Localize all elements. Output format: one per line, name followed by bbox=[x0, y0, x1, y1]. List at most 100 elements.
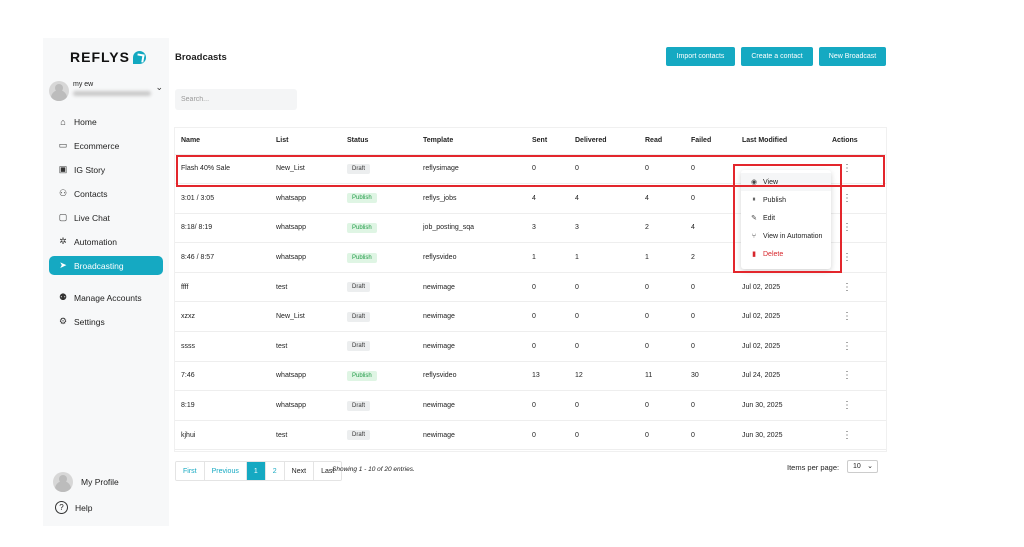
sidebar-item-label: Ecommerce bbox=[74, 140, 120, 151]
more-actions-icon[interactable]: ⋮ bbox=[832, 163, 852, 174]
table-row[interactable]: xzxz New_List Draft newimage 0 0 0 0 Jul 02, 202… bbox=[175, 301, 886, 333]
cell-template: newimage bbox=[417, 301, 526, 333]
account-switcher[interactable]: my ew ⌄ bbox=[47, 79, 167, 105]
cell-failed: 0 bbox=[685, 390, 736, 421]
cell-actions: ⋮ bbox=[826, 242, 886, 273]
cell-read: 0 bbox=[639, 154, 685, 185]
pagination-page-1[interactable]: 1 bbox=[246, 462, 266, 480]
table-row[interactable]: ssss test Draft newimage 0 0 0 0 Jul 02, 2025 ⋮ bbox=[175, 331, 886, 362]
cell-sent: 4 bbox=[526, 183, 569, 214]
cell-modified: Jul 02, 2025 bbox=[736, 331, 826, 362]
cell-delivered: 0 bbox=[569, 301, 639, 333]
flow-icon: ⑂ bbox=[751, 232, 757, 240]
cell-failed: 4 bbox=[685, 213, 736, 244]
table-row[interactable]: kjhui test Draft newimage 0 0 0 0 Jun 30, 2025 ⋮ bbox=[175, 420, 886, 451]
sidebar-item-my-profile[interactable]: My Profile bbox=[53, 472, 119, 492]
table-row[interactable]: ffff test Draft newimage 0 0 0 0 Jul 02, 2025 ⋮ bbox=[175, 272, 886, 303]
menu-item-view[interactable]: ◉ View bbox=[741, 173, 831, 191]
sidebar-item-settings[interactable]: ⚙ Settings bbox=[49, 312, 163, 331]
eye-icon: ◉ bbox=[750, 179, 758, 186]
cell-modified: Jun 30, 2025 bbox=[736, 420, 826, 451]
column-header-template: Template bbox=[417, 128, 526, 155]
cell-actions: ⋮ bbox=[826, 183, 886, 214]
menu-item-view-in-automation[interactable]: ⑂ View in Automation bbox=[741, 227, 831, 245]
items-per-page-select[interactable]: 10 ⌄ bbox=[847, 460, 878, 473]
pagination-previous[interactable]: Previous bbox=[204, 462, 247, 480]
cell-delivered: 0 bbox=[569, 331, 639, 362]
sidebar-item-label: Automation bbox=[74, 236, 117, 247]
sidebar-item-broadcasting[interactable]: ➤ Broadcasting bbox=[49, 256, 163, 275]
status-badge: Draft bbox=[347, 430, 371, 441]
cell-delivered: 4 bbox=[569, 183, 639, 214]
cell-modified: Jul 24, 2025 bbox=[736, 361, 826, 392]
cell-delivered: 0 bbox=[569, 154, 639, 185]
more-actions-icon[interactable]: ⋮ bbox=[832, 341, 852, 352]
menu-item-publish[interactable]: ⏸ Publish bbox=[741, 191, 831, 209]
sidebar-item-ecommerce[interactable]: ▭ Ecommerce bbox=[49, 136, 163, 155]
search-input[interactable] bbox=[175, 89, 297, 110]
cell-list: whatsapp bbox=[270, 361, 341, 392]
cell-list: whatsapp bbox=[270, 213, 341, 244]
chevron-down-icon[interactable]: ⌄ bbox=[155, 82, 163, 93]
avatar bbox=[53, 472, 73, 492]
cell-delivered: 1 bbox=[569, 242, 639, 273]
more-actions-icon[interactable]: ⋮ bbox=[832, 282, 852, 293]
sidebar-item-help[interactable]: ? Help bbox=[55, 501, 92, 514]
more-actions-icon[interactable]: ⋮ bbox=[832, 222, 852, 233]
image-icon: ▣ bbox=[58, 164, 68, 174]
sidebar-item-live-chat[interactable]: ▢ Live Chat bbox=[49, 208, 163, 227]
cell-actions: ⋮ bbox=[826, 301, 886, 333]
help-label: Help bbox=[75, 502, 93, 513]
cell-failed: 0 bbox=[685, 183, 736, 214]
more-actions-icon[interactable]: ⋮ bbox=[832, 311, 852, 322]
cell-delivered: 12 bbox=[569, 361, 639, 392]
pagination-page-2[interactable]: 2 bbox=[265, 462, 285, 480]
pause-icon: ⏸ bbox=[752, 196, 756, 203]
cell-sent: 0 bbox=[526, 390, 569, 421]
menu-item-delete[interactable]: ▮ Delete bbox=[741, 245, 831, 263]
column-header-failed: Failed bbox=[685, 128, 736, 155]
sidebar-item-contacts[interactable]: ⚇ Contacts bbox=[49, 184, 163, 203]
cell-delivered: 0 bbox=[569, 272, 639, 303]
trash-icon: ▮ bbox=[752, 251, 756, 258]
cell-failed: 30 bbox=[685, 361, 736, 392]
cell-name: 3:01 / 3:05 bbox=[175, 183, 270, 214]
sidebar-nav: ⌂ Home ▭ Ecommerce ▣ IG Story ⚇ Contacts ▢ Li… bbox=[49, 112, 163, 280]
brand-logo[interactable]: REFLYS bbox=[70, 49, 146, 65]
pagination-next[interactable]: Next bbox=[284, 462, 315, 480]
more-actions-icon[interactable]: ⋮ bbox=[832, 430, 852, 441]
column-header-name: Name bbox=[175, 128, 270, 155]
sidebar-item-ig-story[interactable]: ▣ IG Story bbox=[49, 160, 163, 179]
cell-name: xzxz bbox=[175, 301, 270, 333]
more-actions-icon[interactable]: ⋮ bbox=[832, 400, 852, 411]
chevron-down-icon: ⌄ bbox=[867, 463, 873, 470]
table-row[interactable]: 8:19 whatsapp Draft newimage 0 0 0 0 Jun 30, 202… bbox=[175, 390, 886, 421]
sidebar-item-manage-accounts[interactable]: ⚉ Manage Accounts bbox=[49, 288, 163, 307]
cell-template: newimage bbox=[417, 272, 526, 303]
sidebar-item-home[interactable]: ⌂ Home bbox=[49, 112, 163, 131]
more-actions-icon[interactable]: ⋮ bbox=[832, 370, 852, 381]
import-contacts-button[interactable]: Import contacts bbox=[666, 47, 735, 66]
cell-sent: 0 bbox=[526, 272, 569, 303]
cell-modified: Jul 02, 2025 bbox=[736, 272, 826, 303]
cell-list: whatsapp bbox=[270, 183, 341, 214]
more-actions-icon[interactable]: ⋮ bbox=[832, 252, 852, 263]
cell-status: Draft bbox=[341, 420, 417, 451]
status-badge: Publish bbox=[347, 222, 377, 233]
new-broadcast-button[interactable]: New Broadcast bbox=[819, 47, 886, 66]
entries-summary: Showing 1 - 10 of 20 entries. bbox=[332, 466, 415, 473]
pagination-first[interactable]: First bbox=[176, 462, 205, 480]
table-header-row: Name List Status Template Sent Delivered… bbox=[175, 128, 886, 155]
table-row[interactable]: 7:46 whatsapp Publish reflysvideo 13 12 11 30 Ju… bbox=[175, 361, 886, 392]
more-actions-icon[interactable]: ⋮ bbox=[832, 193, 852, 204]
sidebar-item-label: Settings bbox=[74, 316, 105, 327]
cell-modified: Jul 02, 2025 bbox=[736, 301, 826, 333]
cell-name: 8:19 bbox=[175, 390, 270, 421]
column-header-list: List bbox=[270, 128, 341, 155]
cell-status: Draft bbox=[341, 154, 417, 185]
cell-sent: 0 bbox=[526, 331, 569, 362]
create-contact-button[interactable]: Create a contact bbox=[741, 47, 813, 66]
cell-template: reflys_jobs bbox=[417, 183, 526, 214]
sidebar-item-automation[interactable]: ✲ Automation bbox=[49, 232, 163, 251]
menu-item-edit[interactable]: ✎ Edit bbox=[741, 209, 831, 227]
